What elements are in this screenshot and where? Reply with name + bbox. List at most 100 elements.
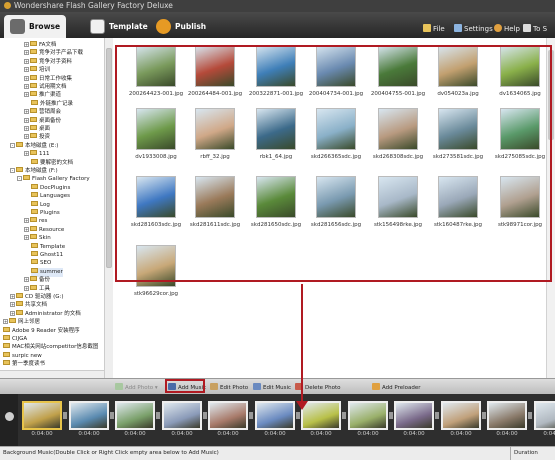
expand-icon[interactable]: + [24, 235, 29, 241]
menu-to-s[interactable]: To S [523, 22, 547, 36]
filmstrip-transition[interactable] [528, 412, 532, 419]
expand-icon[interactable]: + [24, 151, 29, 157]
filmstrip-transition[interactable] [249, 412, 253, 419]
photo-thumbnail[interactable] [378, 108, 418, 150]
tree-item-label: surpic new [12, 352, 42, 359]
photo-thumbnail[interactable] [136, 108, 176, 150]
filmstrip-thumbnail[interactable] [441, 401, 481, 430]
photo-thumbnail[interactable] [256, 176, 296, 218]
expand-icon[interactable]: + [24, 42, 29, 47]
chevron-down-icon[interactable]: ▾ [155, 385, 158, 391]
filmstrip-thumbnail[interactable] [534, 401, 555, 430]
photo-thumbnail[interactable] [256, 108, 296, 150]
photo-thumbnail[interactable] [316, 176, 356, 218]
menu-settings[interactable]: Settings [454, 22, 493, 36]
add-preloader-button[interactable]: Add Preloader [372, 383, 421, 393]
tree-scroll-thumb[interactable] [106, 48, 112, 268]
photo-thumbnail[interactable] [438, 108, 478, 150]
collapse-icon[interactable]: - [10, 168, 15, 173]
filmstrip-transition[interactable] [156, 412, 160, 419]
filmstrip-thumbnail[interactable] [22, 401, 62, 430]
filmstrip-thumbnail[interactable] [115, 401, 155, 430]
photo-thumbnail[interactable] [136, 176, 176, 218]
photo-thumbnail[interactable] [316, 108, 356, 150]
expand-icon[interactable]: + [10, 310, 15, 316]
filmstrip-transition[interactable] [110, 412, 114, 419]
expand-icon[interactable]: + [24, 285, 29, 291]
expand-icon[interactable]: + [24, 226, 29, 232]
expand-icon[interactable]: + [24, 117, 29, 123]
folder-icon [30, 108, 37, 114]
filmstrip-thumbnail[interactable] [255, 401, 295, 430]
tree-scrollbar[interactable] [104, 38, 113, 378]
filmstrip-transition[interactable] [435, 412, 439, 419]
expand-icon[interactable]: + [3, 319, 8, 325]
expand-icon[interactable]: + [24, 92, 29, 98]
photo-thumbnail[interactable] [136, 245, 176, 287]
tree-horizontal-scrollbar[interactable] [0, 370, 104, 378]
expand-icon[interactable]: + [10, 302, 15, 308]
photo-thumbnail[interactable] [378, 176, 418, 218]
window-titlebar: Wondershare Flash Gallery Factory Deluxe [0, 0, 555, 12]
photo-thumbnail[interactable] [136, 45, 176, 87]
photo-thumbnail[interactable] [195, 176, 235, 218]
filmstrip-transition[interactable] [482, 412, 486, 419]
expand-icon[interactable]: + [24, 126, 29, 131]
photo-thumbnail[interactable] [195, 45, 235, 87]
filmstrip-transition[interactable] [342, 412, 346, 419]
folder-icon [16, 141, 23, 147]
filmstrip-transition[interactable] [296, 412, 300, 419]
tab-publish[interactable]: Publish [150, 15, 212, 38]
menu-help[interactable]: Help [494, 22, 520, 36]
tab-template[interactable]: Template [84, 15, 148, 38]
edit-music-button[interactable]: Edit Music [253, 383, 291, 393]
expand-icon[interactable]: + [24, 75, 29, 81]
folder-icon [16, 301, 23, 307]
collapse-icon[interactable]: - [17, 176, 22, 182]
add-photo-button[interactable]: Add Photo ▾ [115, 383, 158, 393]
expand-icon[interactable]: + [24, 67, 29, 73]
photo-scroll-thumb[interactable] [548, 50, 554, 140]
expand-icon[interactable]: + [24, 218, 29, 224]
filmstrip-transition[interactable] [203, 412, 207, 419]
photo-thumbnail[interactable] [195, 108, 235, 150]
photo-scrollbar[interactable] [546, 38, 555, 378]
folder-icon [30, 57, 37, 63]
expand-icon[interactable]: + [24, 134, 29, 140]
filmstrip-thumbnail[interactable] [348, 401, 388, 430]
tree-item[interactable]: 第一季度读书 [3, 360, 45, 369]
edit-photo-button[interactable]: Edit Photo [210, 383, 248, 393]
filmstrip-thumbnail[interactable] [162, 401, 202, 430]
filmstrip-thumbnail[interactable] [487, 401, 527, 430]
filmstrip-thumbnail[interactable] [208, 401, 248, 430]
tree-item-label: 投资 [39, 134, 51, 141]
collapse-icon[interactable]: - [10, 142, 15, 148]
expand-icon[interactable]: + [24, 58, 29, 64]
expand-icon[interactable]: + [10, 294, 15, 299]
expand-icon[interactable]: + [24, 50, 29, 56]
tree-item-label: 111 [39, 151, 50, 158]
photo-thumbnail[interactable] [316, 45, 356, 87]
photo-thumbnail[interactable] [438, 45, 478, 87]
filmstrip-thumbnail[interactable] [394, 401, 434, 430]
edit-music-icon [253, 383, 261, 390]
expand-icon[interactable]: + [24, 84, 29, 89]
filmstrip-transition[interactable] [63, 412, 67, 419]
menu-file[interactable]: File [423, 22, 445, 36]
duration-label: Duration [510, 447, 538, 460]
photo-thumbnail[interactable] [500, 176, 540, 218]
filmstrip-transition[interactable] [389, 412, 393, 419]
filmstrip-thumbnail[interactable] [69, 401, 109, 430]
expand-icon[interactable]: + [24, 109, 29, 115]
photo-thumbnail[interactable] [500, 45, 540, 87]
photo-thumbnail[interactable] [438, 176, 478, 218]
expand-icon[interactable]: + [24, 277, 29, 283]
tab-browse[interactable]: Browse [4, 15, 66, 38]
photo-filename: skd273581sdc.jpg [432, 154, 484, 160]
folder-icon [31, 259, 38, 265]
background-music-bar[interactable]: Background Music(Double Click or Right C… [0, 446, 555, 460]
photo-thumbnail[interactable] [256, 45, 296, 87]
photo-thumbnail[interactable] [500, 108, 540, 150]
photo-thumbnail[interactable] [378, 45, 418, 87]
tree-item-label: Template [40, 243, 66, 250]
